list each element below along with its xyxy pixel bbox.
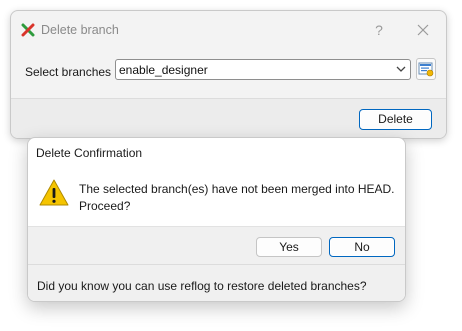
confirmation-message-line2: Proceed?	[79, 199, 131, 213]
close-icon	[417, 24, 429, 36]
help-icon: ?	[375, 22, 383, 38]
reflog-tip: Did you know you can use reflog to resto…	[37, 279, 367, 293]
help-button[interactable]: ?	[367, 17, 391, 43]
delete-confirmation-dialog: Delete Confirmation The selected branch(…	[27, 137, 406, 302]
confirmation-footer: Did you know you can use reflog to resto…	[28, 264, 405, 301]
confirmation-message: The selected branch(es) have not been me…	[79, 181, 399, 215]
select-branches-label: Select branches	[25, 65, 112, 79]
yes-button[interactable]: Yes	[256, 237, 322, 257]
delete-branch-window: Delete branch ? Select branches enable_d…	[10, 10, 447, 139]
branch-list-icon	[418, 62, 434, 77]
main-dialog-footer: Delete	[11, 98, 446, 138]
delete-button[interactable]: Delete	[359, 109, 432, 130]
warning-icon	[39, 179, 69, 206]
close-button[interactable]	[409, 17, 437, 43]
no-button[interactable]: No	[329, 237, 395, 257]
title-bar: Delete branch ?	[11, 11, 446, 49]
branch-selection-area: Select branches enable_designer	[11, 49, 446, 98]
git-x-icon	[21, 23, 35, 37]
confirmation-title: Delete Confirmation	[36, 146, 143, 160]
window-title: Delete branch	[41, 23, 119, 37]
branch-combobox[interactable]: enable_designer	[115, 59, 411, 80]
branch-combobox-value: enable_designer	[119, 63, 208, 77]
confirmation-message-line1: The selected branch(es) have not been me…	[79, 182, 395, 196]
browse-branches-button[interactable]	[416, 58, 436, 80]
confirmation-button-bar: Yes No	[28, 226, 405, 264]
chevron-down-icon[interactable]	[395, 63, 407, 75]
